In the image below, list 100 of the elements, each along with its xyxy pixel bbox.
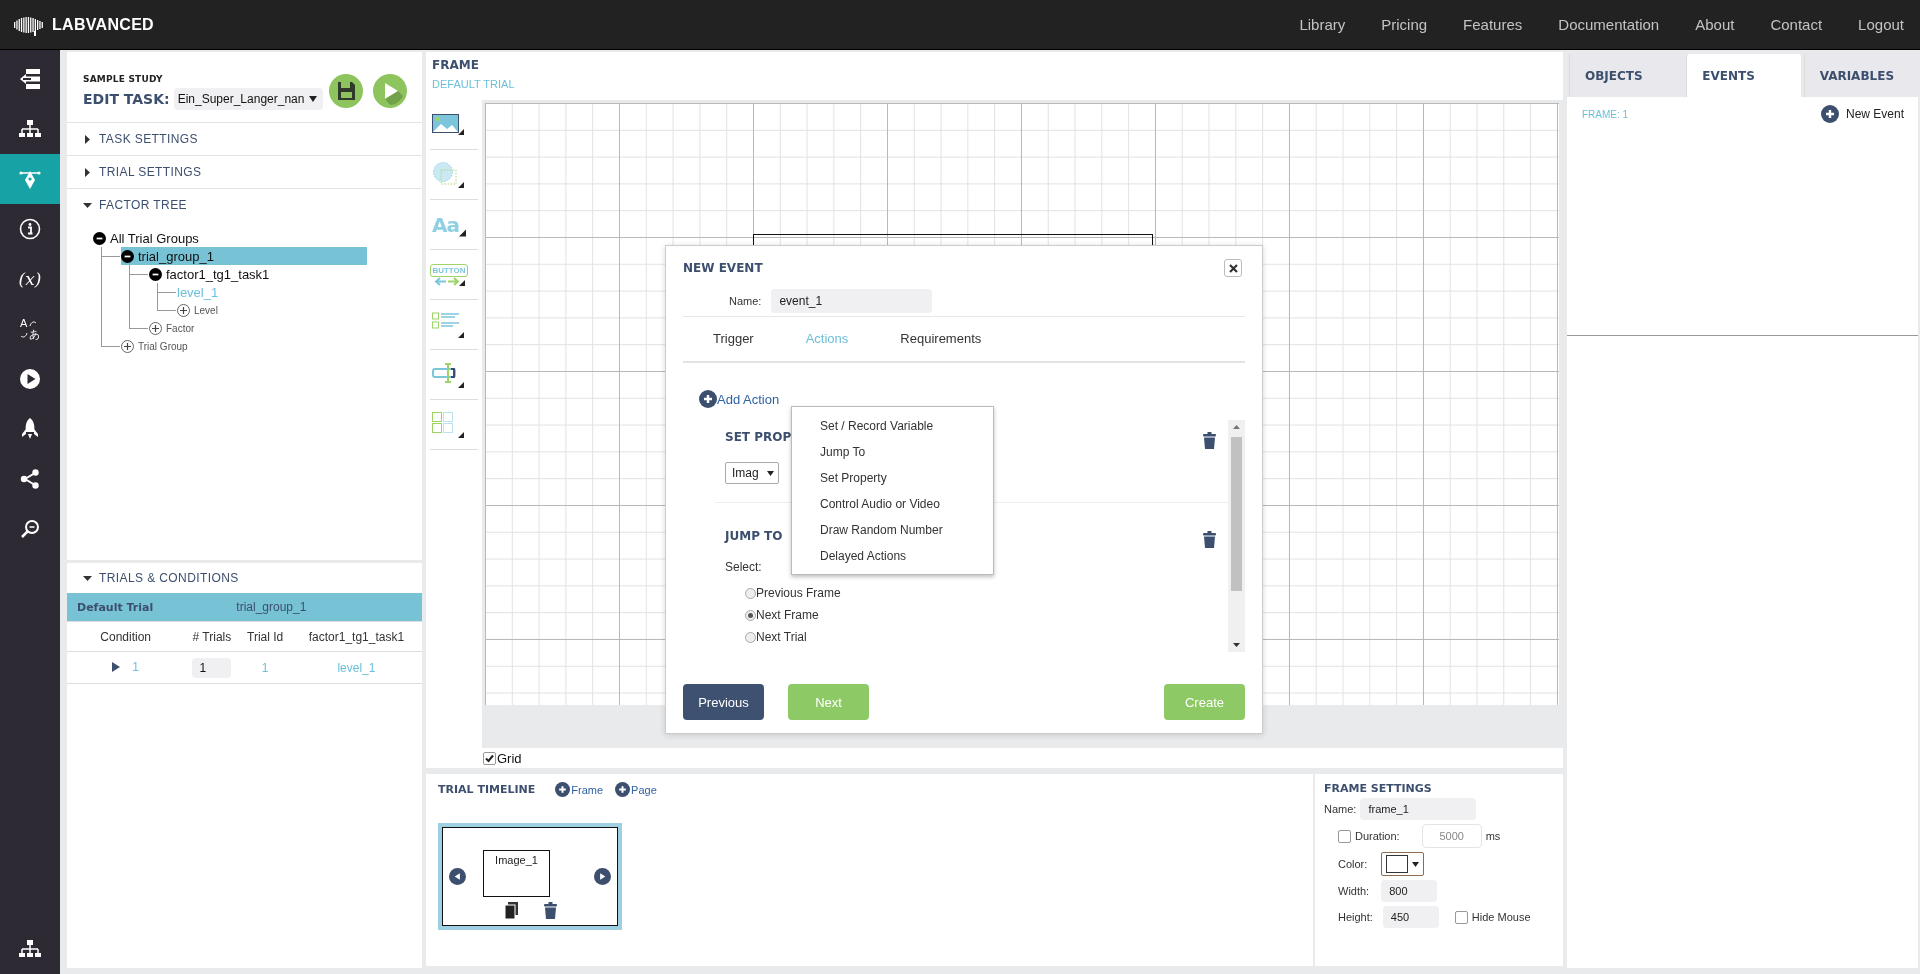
radio-option[interactable]: Next Frame xyxy=(745,604,819,626)
add-action-button[interactable]: Add Action xyxy=(699,389,780,409)
color-picker[interactable] xyxy=(1381,852,1425,876)
variables-button[interactable]: (x) xyxy=(0,254,60,304)
scroll-up-icon[interactable] xyxy=(1232,424,1241,430)
copy-icon[interactable] xyxy=(505,902,518,919)
section-header[interactable]: TRIALS & CONDITIONS xyxy=(67,563,422,593)
translation-button[interactable]: A あ xyxy=(0,304,60,354)
close-icon xyxy=(1228,263,1238,273)
edit-task-label: EDIT TASK: xyxy=(83,91,170,107)
study-name: SAMPLE STUDY xyxy=(83,74,164,84)
scroll-down-icon[interactable] xyxy=(1232,642,1241,648)
timeline-title: TRIAL TIMELINE xyxy=(438,783,536,796)
radio-option[interactable]: Next Trial xyxy=(745,626,807,648)
section-header[interactable]: TASK SETTINGS xyxy=(67,122,422,155)
plus-icon xyxy=(1820,105,1839,123)
image-tool-icon[interactable] xyxy=(432,113,464,136)
caret-icon xyxy=(83,134,92,144)
add-tree-item-button[interactable]: Trial Group xyxy=(121,337,188,355)
plus-icon xyxy=(555,782,571,797)
trash-icon[interactable] xyxy=(1203,531,1216,548)
grid-tool-icon[interactable] xyxy=(432,411,464,438)
column-header: factor1_tg1_task1 xyxy=(290,621,422,652)
unit-label: ms xyxy=(1485,830,1501,842)
object-label: Image_1 xyxy=(483,850,550,897)
menu-item[interactable]: Set Property xyxy=(792,465,993,491)
menu-item[interactable]: Jump To xyxy=(792,439,993,465)
width-field[interactable]: 800 xyxy=(1381,880,1438,902)
nav-link[interactable]: Documentation xyxy=(1540,16,1678,33)
nav-link[interactable]: Contact xyxy=(1752,16,1841,33)
add-button[interactable]: Page xyxy=(615,782,657,797)
menu-item[interactable]: Set / Record Variable xyxy=(792,413,993,439)
tree-node[interactable]: All Trial Groups xyxy=(93,229,199,247)
tab[interactable]: Requirements xyxy=(900,331,982,346)
checkbox[interactable] xyxy=(483,751,496,765)
plus-icon xyxy=(615,782,631,797)
add-icon xyxy=(177,303,190,317)
object-select[interactable]: Imag xyxy=(725,462,779,484)
field-label: Hide Mouse xyxy=(1471,911,1531,923)
nav-link[interactable]: Pricing xyxy=(1363,16,1446,33)
shape-tool-icon[interactable] xyxy=(432,161,464,188)
new-event-button[interactable]: New Event xyxy=(1820,105,1904,123)
panel-title: FRAME SETTINGS xyxy=(1324,782,1433,795)
radio-button[interactable] xyxy=(745,587,756,599)
caret-icon xyxy=(1412,860,1420,868)
dialog-title: NEW EVENT xyxy=(683,261,763,275)
trial-name: DEFAULT TRIAL xyxy=(432,78,516,90)
height-field[interactable]: 450 xyxy=(1382,906,1439,928)
tab[interactable]: Trigger xyxy=(713,331,754,346)
logo-text: LABVANCED xyxy=(52,15,154,34)
action-title: JUMP TO xyxy=(725,529,783,545)
nav-link[interactable]: Logout xyxy=(1840,16,1908,33)
list-tool-icon[interactable] xyxy=(432,311,464,338)
tree-node[interactable]: trial_group_1 xyxy=(121,247,367,265)
trash-icon[interactable] xyxy=(1203,432,1216,449)
field-label: Width: xyxy=(1338,885,1370,897)
trial-group-name: trial_group_1 xyxy=(184,593,422,622)
menu-item[interactable]: Draw Random Number xyxy=(792,517,993,543)
name-field[interactable]: frame_1 xyxy=(1360,798,1477,820)
column-header: # Trials xyxy=(184,621,240,652)
caret-icon xyxy=(309,95,318,103)
tab[interactable]: EVENTS xyxy=(1686,54,1801,97)
task-select[interactable]: Ein_Super_Langer_nan xyxy=(173,88,324,110)
menu-item[interactable]: Control Audio or Video xyxy=(792,491,993,517)
nav-link[interactable]: About xyxy=(1677,16,1753,33)
name-field[interactable]: event_1 xyxy=(771,289,933,313)
trials-count-field[interactable]: 1 xyxy=(192,657,232,678)
save-button[interactable] xyxy=(329,74,364,108)
run-button[interactable] xyxy=(373,74,408,108)
tree-node[interactable]: factor1_tg1_task1 xyxy=(149,265,270,283)
close-button[interactable] xyxy=(1224,259,1242,277)
table-cell: level_1 xyxy=(337,660,376,675)
trash-icon[interactable] xyxy=(544,902,557,919)
menu-item[interactable]: Delayed Actions xyxy=(792,543,993,569)
nav-link[interactable]: Features xyxy=(1445,16,1541,33)
table-cell: 1 xyxy=(261,660,269,675)
trial-name: Default Trial xyxy=(67,593,185,622)
expand-icon[interactable] xyxy=(112,662,121,672)
radio-option[interactable]: Previous Frame xyxy=(745,582,841,604)
add-button[interactable]: Frame xyxy=(555,782,604,797)
add-tree-item-button[interactable]: Level xyxy=(177,301,218,319)
field-label: Height: xyxy=(1338,911,1373,923)
next-icon xyxy=(594,868,611,885)
frame-thumbnail[interactable]: Image_1 xyxy=(438,823,622,930)
grid-label: Grid xyxy=(497,750,522,766)
radio-button[interactable] xyxy=(745,631,756,643)
checkbox[interactable] xyxy=(1454,910,1468,924)
add-tree-item-button[interactable]: Factor xyxy=(149,319,195,337)
caret-icon xyxy=(83,200,92,210)
section-header[interactable]: TRIAL SETTINGS xyxy=(67,155,422,188)
dialog-button[interactable]: Previous xyxy=(683,684,764,720)
add-icon xyxy=(149,321,162,335)
scrollbar[interactable] xyxy=(1228,420,1245,652)
add-icon xyxy=(121,339,134,353)
section-header[interactable]: FACTOR TREE xyxy=(67,188,422,221)
radio-button[interactable] xyxy=(745,609,756,621)
input-tool-icon[interactable] xyxy=(432,361,464,388)
collapse-icon xyxy=(93,231,106,245)
column-header: Condition xyxy=(67,621,185,652)
nav-link[interactable]: Library xyxy=(1281,16,1364,33)
